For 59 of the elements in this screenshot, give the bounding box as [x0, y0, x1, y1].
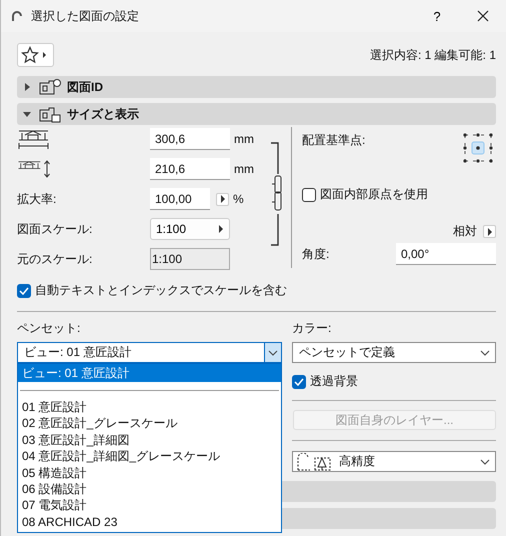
include-scale-label: 自動テキストとインデックスでスケールを含む [35, 282, 287, 299]
quality-icon [297, 452, 331, 470]
drawing-icon [39, 78, 61, 96]
unit-label: mm [234, 132, 254, 146]
angle-label: 角度: [302, 246, 330, 262]
transparent-background-checkbox[interactable] [292, 374, 306, 388]
pen-set-option[interactable]: 02 意匠設計_グレースケール [18, 415, 281, 432]
drawing-scale-button[interactable]: 1:100 [150, 218, 230, 240]
height-icon [17, 158, 53, 180]
chevron-down-icon [480, 350, 490, 356]
use-origin-label: 図面内部原点を使用 [320, 186, 428, 203]
drawing-icon [39, 105, 61, 123]
caret-icon [486, 228, 492, 236]
help-button[interactable]: ? [414, 0, 460, 32]
chevron-down-icon [268, 350, 278, 356]
magnification-label: 拡大率: [17, 190, 58, 208]
width-field[interactable]: 300,6 [150, 128, 230, 150]
close-icon [477, 10, 489, 22]
arrow-button[interactable] [216, 192, 229, 206]
section-header[interactable]: 図面ID [17, 76, 496, 98]
relative-label: 相対 [453, 223, 477, 240]
transparent-background-label: 透過背景 [310, 373, 358, 390]
app-icon [11, 10, 23, 22]
pen-set-option[interactable]: 06 設備設計 [18, 480, 281, 498]
drawing-scale-label: 図面スケール: [17, 220, 94, 238]
pen-set-option[interactable]: 08 ARCHICAD 23 [18, 514, 281, 530]
pen-set-dropdown[interactable]: ビュー: 01 意匠設計 [17, 342, 282, 363]
pen-set-option[interactable]: 05 構造設計 [18, 464, 281, 481]
anchor-label: 配置基準点: [302, 132, 366, 149]
caret-icon [218, 225, 224, 233]
pen-set-option[interactable]: 01 意匠設計 [18, 399, 281, 416]
section-header[interactable]: サイズと表示 [17, 103, 496, 125]
window-title: 選択した図面の設定 [31, 8, 140, 24]
original-scale-field: 1:100 [150, 248, 230, 270]
pen-set-option[interactable]: ビュー: 01 意匠設計 [18, 364, 281, 382]
pen-set-option[interactable]: 04 意匠設計_詳細図_グレースケール [18, 448, 281, 465]
color-label: カラー: [292, 320, 332, 337]
caret-icon [220, 195, 226, 203]
angle-field[interactable]: 0,00° [396, 243, 496, 265]
anchor-point-grid[interactable] [462, 132, 494, 164]
use-origin-checkbox[interactable] [302, 188, 316, 202]
disclosure-triangle-icon [23, 83, 31, 91]
pen-set-label: ペンセット: [17, 320, 82, 337]
quality-dropdown[interactable]: 高精度 [292, 451, 496, 472]
include-scale-checkbox[interactable] [17, 284, 31, 298]
favorites-button[interactable] [17, 43, 54, 67]
chevron-down-icon [480, 458, 490, 464]
disclosure-triangle-icon [23, 110, 31, 118]
pen-set-option[interactable]: 03 意匠設計_詳細図 [18, 432, 281, 448]
magnification-field[interactable]: 100,00 [150, 188, 210, 210]
unit-label: % [233, 192, 244, 206]
color-dropdown[interactable]: ペンセットで定義 [292, 342, 496, 363]
arrow-button[interactable] [483, 225, 496, 238]
pen-set-option[interactable]: 07 電気設計 [18, 497, 281, 514]
chain-link-icon [270, 142, 284, 246]
unit-label: mm [234, 162, 254, 176]
selection-info: 選択内容: 1 編集可能: 1 [370, 46, 496, 64]
height-field[interactable]: 210,6 [150, 158, 230, 180]
original-scale-label: 元のスケール: [17, 250, 94, 268]
